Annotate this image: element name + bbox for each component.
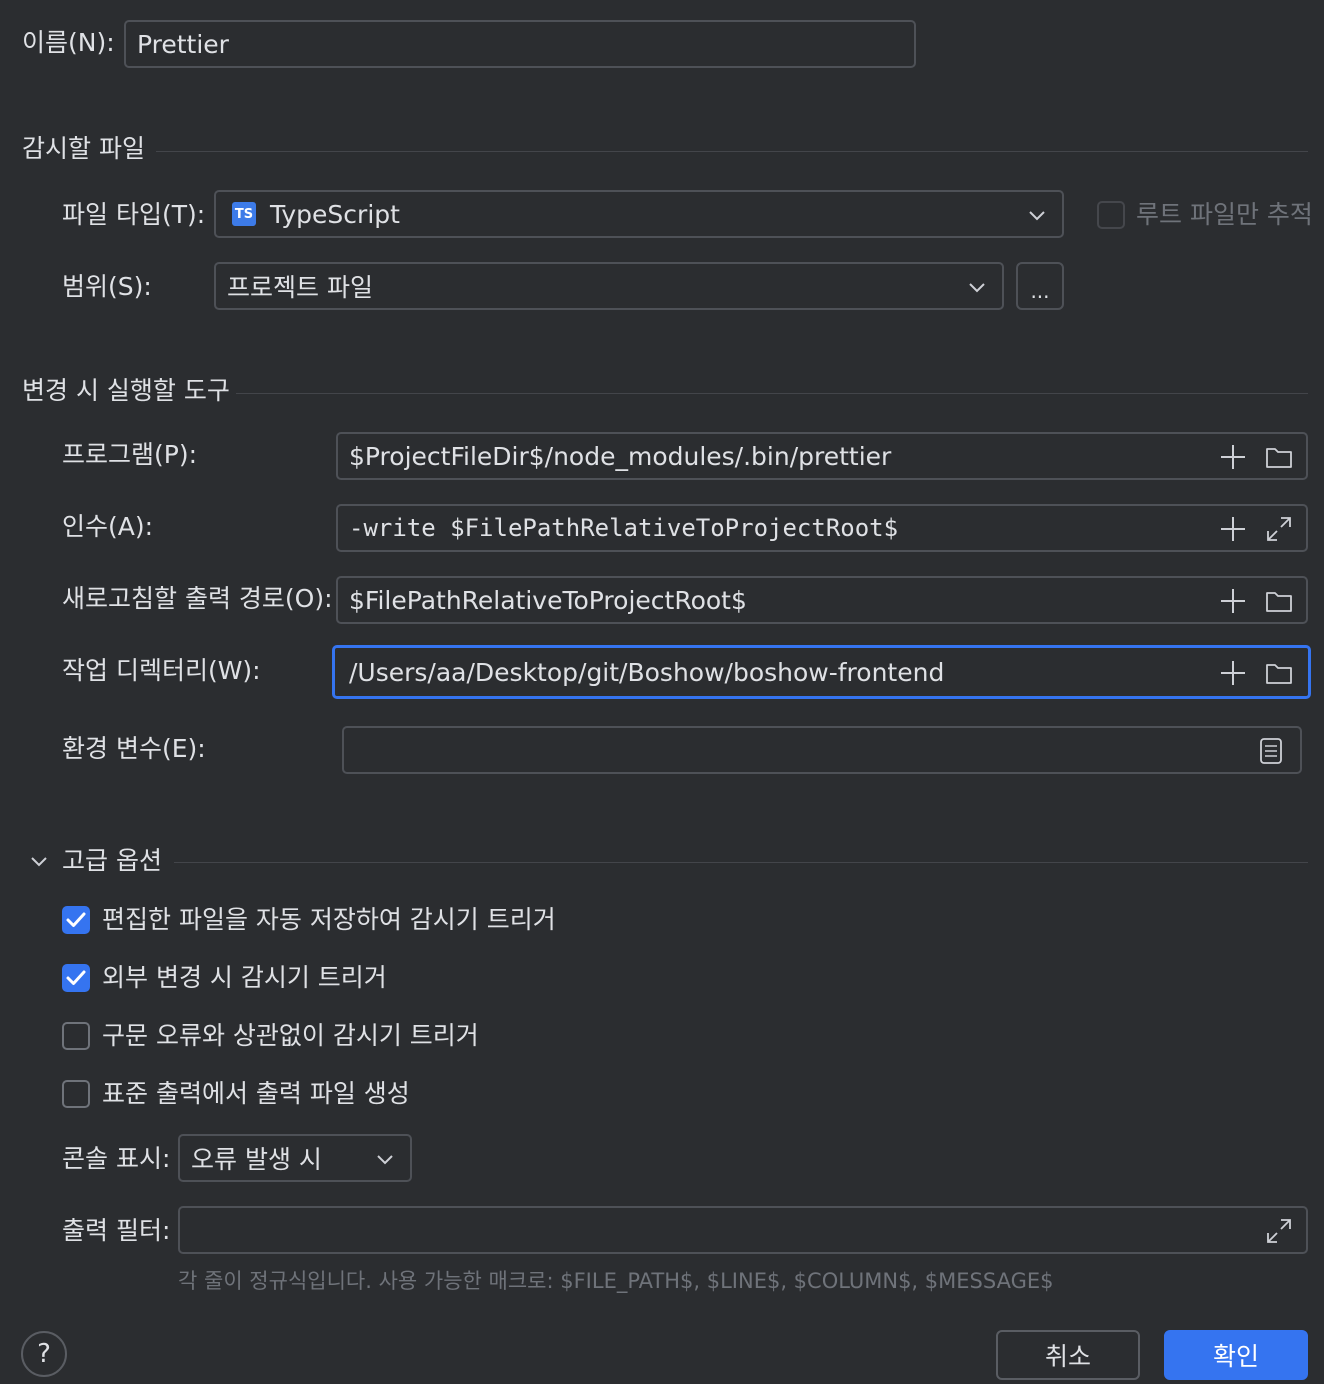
insert-macro-icon[interactable]: [1218, 586, 1248, 616]
checkmark-icon: [66, 970, 86, 985]
tool-section-title: 변경 시 실행할 도구: [22, 376, 230, 405]
watch-files-separator: [156, 151, 1308, 152]
insert-macro-icon[interactable]: [1218, 442, 1248, 472]
output-filter-hint: 각 줄이 정규식입니다. 사용 가능한 매크로: $FILE_PATH$, $L…: [178, 1269, 1054, 1293]
output-paths-label: 새로고침할 출력 경로(O):: [62, 584, 333, 613]
program-value: $ProjectFileDir$/node_modules/.bin/prett…: [349, 441, 892, 471]
env-label: 환경 변수(E):: [62, 734, 206, 763]
option-checkbox-autosave[interactable]: [62, 906, 90, 934]
typescript-icon: TS: [232, 202, 256, 226]
cancel-button[interactable]: 취소: [996, 1330, 1140, 1380]
scope-more-label: ...: [1030, 279, 1050, 303]
option-label-stdout: 표준 출력에서 출력 파일 생성: [102, 1079, 410, 1108]
chevron-down-icon: [969, 283, 985, 293]
name-label: 이름(N):: [22, 28, 115, 57]
program-input[interactable]: $ProjectFileDir$/node_modules/.bin/prett…: [336, 432, 1308, 480]
output-paths-value: $FilePathRelativeToProjectRoot$: [349, 585, 747, 615]
args-value: -write $FilePathRelativeToProjectRoot$: [349, 514, 899, 542]
option-label-autosave: 편집한 파일을 자동 저장하여 감시기 트리거: [102, 905, 556, 934]
option-checkbox-external[interactable]: [62, 964, 90, 992]
workdir-input[interactable]: /Users/aa/Desktop/git/Boshow/boshow-fron…: [332, 645, 1311, 699]
folder-icon[interactable]: [1264, 658, 1294, 688]
program-label: 프로그램(P):: [62, 440, 198, 469]
watch-files-section-title: 감시할 파일: [22, 134, 145, 163]
workdir-label: 작업 디렉터리(W):: [62, 656, 261, 685]
folder-icon[interactable]: [1264, 442, 1294, 472]
cancel-label: 취소: [1044, 1342, 1091, 1371]
option-label-syntax: 구문 오류와 상관없이 감시기 트리거: [102, 1021, 479, 1050]
edit-list-icon[interactable]: [1256, 736, 1286, 766]
args-label: 인수(A):: [62, 512, 154, 541]
output-filter-label: 출력 필터:: [62, 1216, 171, 1245]
help-icon: ?: [37, 1339, 51, 1369]
console-label: 콘솔 표시:: [62, 1144, 171, 1173]
env-input[interactable]: [342, 726, 1302, 774]
scope-select[interactable]: 프로젝트 파일: [214, 262, 1004, 310]
file-type-label: 파일 타입(T):: [62, 200, 206, 229]
tool-separator: [236, 393, 1308, 394]
ok-button[interactable]: 확인: [1164, 1330, 1308, 1380]
help-button[interactable]: ?: [21, 1331, 67, 1377]
output-paths-input[interactable]: $FilePathRelativeToProjectRoot$: [336, 576, 1308, 624]
scope-more-button[interactable]: ...: [1016, 262, 1064, 310]
args-input[interactable]: -write $FilePathRelativeToProjectRoot$: [336, 504, 1308, 552]
output-filter-input[interactable]: [178, 1206, 1308, 1254]
root-only-checkbox[interactable]: [1097, 201, 1125, 229]
scope-value: 프로젝트 파일: [227, 273, 373, 302]
scope-label: 범위(S):: [62, 272, 152, 301]
expand-icon[interactable]: [1264, 1216, 1294, 1246]
chevron-down-icon: [1029, 211, 1045, 221]
option-label-external: 외부 변경 시 감시기 트리거: [102, 963, 387, 992]
workdir-value: /Users/aa/Desktop/git/Boshow/boshow-fron…: [349, 657, 945, 687]
checkmark-icon: [66, 912, 86, 927]
console-value: 오류 발생 시: [191, 1145, 322, 1174]
expand-icon[interactable]: [1264, 514, 1294, 544]
advanced-separator: [174, 862, 1308, 863]
name-input-value: Prettier: [137, 29, 229, 59]
insert-macro-icon[interactable]: [1218, 514, 1248, 544]
chevron-down-icon: [377, 1155, 393, 1165]
console-select[interactable]: 오류 발생 시: [178, 1134, 412, 1182]
collapse-chevron-icon[interactable]: [28, 850, 50, 872]
file-type-value: TypeScript: [270, 199, 400, 229]
insert-macro-icon[interactable]: [1218, 658, 1248, 688]
ok-label: 확인: [1212, 1342, 1259, 1371]
folder-icon[interactable]: [1264, 586, 1294, 616]
name-input[interactable]: Prettier: [124, 20, 916, 68]
option-checkbox-syntax[interactable]: [62, 1022, 90, 1050]
advanced-section-title: 고급 옵션: [62, 846, 162, 875]
root-only-label: 루트 파일만 추적: [1136, 200, 1313, 229]
file-type-select[interactable]: TS TypeScript: [214, 190, 1064, 238]
option-checkbox-stdout[interactable]: [62, 1080, 90, 1108]
